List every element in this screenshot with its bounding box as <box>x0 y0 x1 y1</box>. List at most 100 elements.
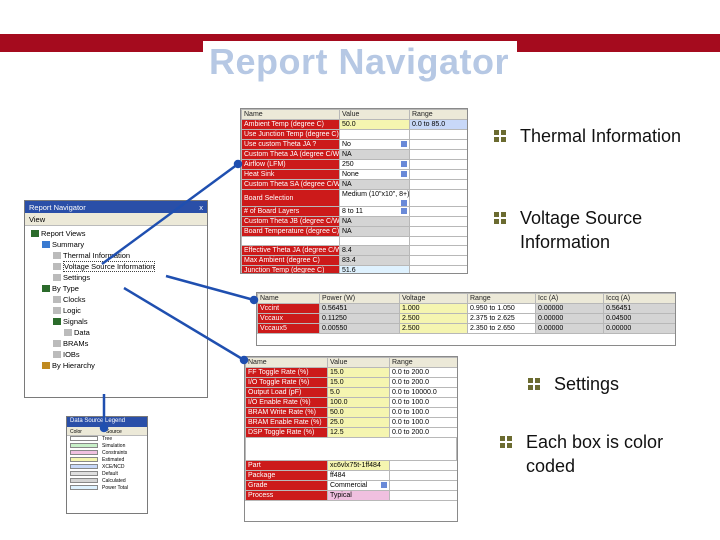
table-cell <box>409 189 467 207</box>
report-navigator-window: Report Navigator x View Report Views Summ… <box>24 200 208 398</box>
legend-col-source: Source <box>106 429 122 435</box>
tree-item[interactable]: Report Views <box>31 228 207 239</box>
tree-item[interactable]: IOBs <box>31 349 207 360</box>
chevron-down-icon[interactable] <box>401 171 407 177</box>
table-cell: 0.00000 <box>603 323 675 334</box>
table-row[interactable]: Custom Theta JA (degree C/W) NA <box>241 149 467 160</box>
tree-item[interactable]: Voltage Source Information <box>31 261 207 272</box>
table-cell: 50.0 <box>327 407 390 418</box>
voltage-table: Name Power (W) Voltage Range Icc (A) Icc… <box>257 293 675 334</box>
table-row[interactable]: Vccaux5 0.00550 2.500 2.350 to 2.650 0.00000… <box>257 323 675 334</box>
table-cell: 25.0 <box>327 417 390 428</box>
table-cell: 0.0 to 85.0 <box>409 119 467 130</box>
view-menu[interactable]: View <box>25 213 207 226</box>
data-source-legend: Data Source Legend Color Source Tree Simul… <box>66 416 148 514</box>
table-row[interactable]: Heat Sink None <box>241 169 467 180</box>
tree-item-label: IOBs <box>63 350 80 359</box>
chevron-down-icon[interactable] <box>381 482 387 488</box>
table-row[interactable]: Process Typical <box>245 490 457 501</box>
table-cell: Output Load (pF) <box>245 387 328 398</box>
table-row[interactable] <box>241 236 467 246</box>
table-row[interactable]: Effective Theta JA (degree C/W) 8.4 <box>241 245 467 256</box>
table-cell <box>339 236 410 246</box>
table-row[interactable]: DSP Toggle Rate (%) 12.5 0.0 to 200.0 <box>245 427 457 438</box>
table-cell <box>409 265 467 273</box>
legend-title: Data Source Legend <box>70 418 126 424</box>
table-row[interactable]: Max Ambient (degree C) 83.4 <box>241 255 467 266</box>
legend-list: Tree Simulation Constraints Estimated XCE/NC… <box>67 436 147 492</box>
table-cell: 0.0 to 100.0 <box>389 417 457 428</box>
table-row[interactable]: Board Temperature (degree C) NA <box>241 226 467 237</box>
table-cell: Medium (10"x10", 8+) <box>339 189 410 207</box>
voltage-col-name: Name <box>257 293 320 304</box>
legend-label: Simulation <box>102 443 126 449</box>
table-row[interactable]: Output Load (pF) 5.0 0.0 to 10000.0 <box>245 387 457 398</box>
tree-item-label: Settings <box>63 273 91 282</box>
table-row[interactable]: I/O Enable Rate (%) 100.0 0.0 to 100.0 <box>245 397 457 408</box>
close-icon[interactable]: x <box>199 202 203 213</box>
document-icon <box>53 351 61 358</box>
table-row[interactable]: Custom Theta SA (degree C/W) NA <box>241 179 467 190</box>
table-row[interactable]: Package ff484 <box>245 470 457 481</box>
chevron-down-icon[interactable] <box>401 161 407 167</box>
legend-titlebar: Data Source Legend <box>67 417 147 427</box>
tree-item[interactable]: Summary <box>31 239 207 250</box>
table-row[interactable]: Use Junction Temp (degree C) <box>241 129 467 140</box>
legend-label: Constraints <box>102 450 128 456</box>
tree-item[interactable]: Thermal Information <box>31 250 207 261</box>
legend-label: Power Total <box>102 485 129 491</box>
tree-item-label: Signals <box>63 317 88 326</box>
chevron-down-icon[interactable] <box>401 208 407 214</box>
table-cell: Vccaux <box>257 313 320 324</box>
tree-item[interactable]: By Type <box>31 283 207 294</box>
table-row[interactable]: Ambient Temp (degree C) 50.0 0.0 to 85.0 <box>241 119 467 130</box>
table-row[interactable]: Airflow (LFM) 250 <box>241 159 467 170</box>
table-cell: NA <box>339 226 410 237</box>
table-row[interactable]: Board Selection Medium (10"x10", 8+) <box>241 189 467 207</box>
table-cell: Board Selection <box>241 189 340 207</box>
table-row[interactable]: I/O Toggle Rate (%) 15.0 0.0 to 200.0 <box>245 377 457 388</box>
table-cell <box>409 179 467 190</box>
table-row[interactable]: BRAM Enable Rate (%) 25.0 0.0 to 100.0 <box>245 417 457 428</box>
table-cell <box>409 159 467 170</box>
bullet-voltage-text: Voltage Source Information <box>520 208 643 252</box>
legend-header: Color Source <box>67 427 147 436</box>
chevron-down-icon[interactable] <box>401 200 407 206</box>
table-cell <box>339 129 410 140</box>
tree-item[interactable]: BRAMs <box>31 338 207 349</box>
tree-item[interactable]: By Hierarchy <box>31 360 207 371</box>
table-row[interactable]: # of Board Layers 8 to 11 <box>241 206 467 217</box>
table-cell: 0.950 to 1.050 <box>467 303 536 314</box>
bullet-icon <box>528 378 540 390</box>
tree-item[interactable]: Logic <box>31 305 207 316</box>
settings-table-panel: Name Value Range FF Toggle Rate (%) 15.0 0… <box>244 356 458 522</box>
table-cell: Commercial <box>327 480 390 491</box>
legend-swatch <box>70 436 98 441</box>
tree-item[interactable]: Settings <box>31 272 207 283</box>
table-cell: 5.0 <box>327 387 390 398</box>
document-icon <box>53 296 61 303</box>
legend-swatch <box>70 443 98 448</box>
table-cell: 1.000 <box>399 303 468 314</box>
tree-item-label: Clocks <box>63 295 86 304</box>
chevron-down-icon[interactable] <box>401 141 407 147</box>
table-row[interactable]: Use custom Theta JA ? No <box>241 139 467 150</box>
settings-table: Name Value Range FF Toggle Rate (%) 15.0 0… <box>245 357 457 438</box>
legend-label: Calculated <box>102 478 126 484</box>
table-row[interactable]: Custom Theta JB (degree C/W) NA <box>241 216 467 227</box>
tree-item[interactable]: Signals <box>31 316 207 327</box>
table-cell: Airflow (LFM) <box>241 159 340 170</box>
table-row[interactable]: BRAM Write Rate (%) 50.0 0.0 to 100.0 <box>245 407 457 418</box>
table-row[interactable]: Part xc6vlx75t-1ff484 <box>245 460 457 471</box>
table-row[interactable]: Vccint 0.56451 1.000 0.950 to 1.050 0.00000 0… <box>257 303 675 314</box>
tree-item[interactable]: Clocks <box>31 294 207 305</box>
tree-item[interactable]: Data <box>31 327 207 338</box>
table-row[interactable]: Vccaux 0.11250 2.500 2.375 to 2.625 0.00000 0… <box>257 313 675 324</box>
settings-col-value: Value <box>327 357 390 368</box>
table-row[interactable]: Grade Commercial <box>245 480 457 491</box>
table-cell: I/O Enable Rate (%) <box>245 397 328 408</box>
navigator-titlebar: Report Navigator x <box>25 201 207 213</box>
table-row[interactable]: FF Toggle Rate (%) 15.0 0.0 to 200.0 <box>245 367 457 378</box>
table-row[interactable]: Junction Temp (degree C) 51.6 <box>241 265 467 273</box>
table-cell <box>409 169 467 180</box>
